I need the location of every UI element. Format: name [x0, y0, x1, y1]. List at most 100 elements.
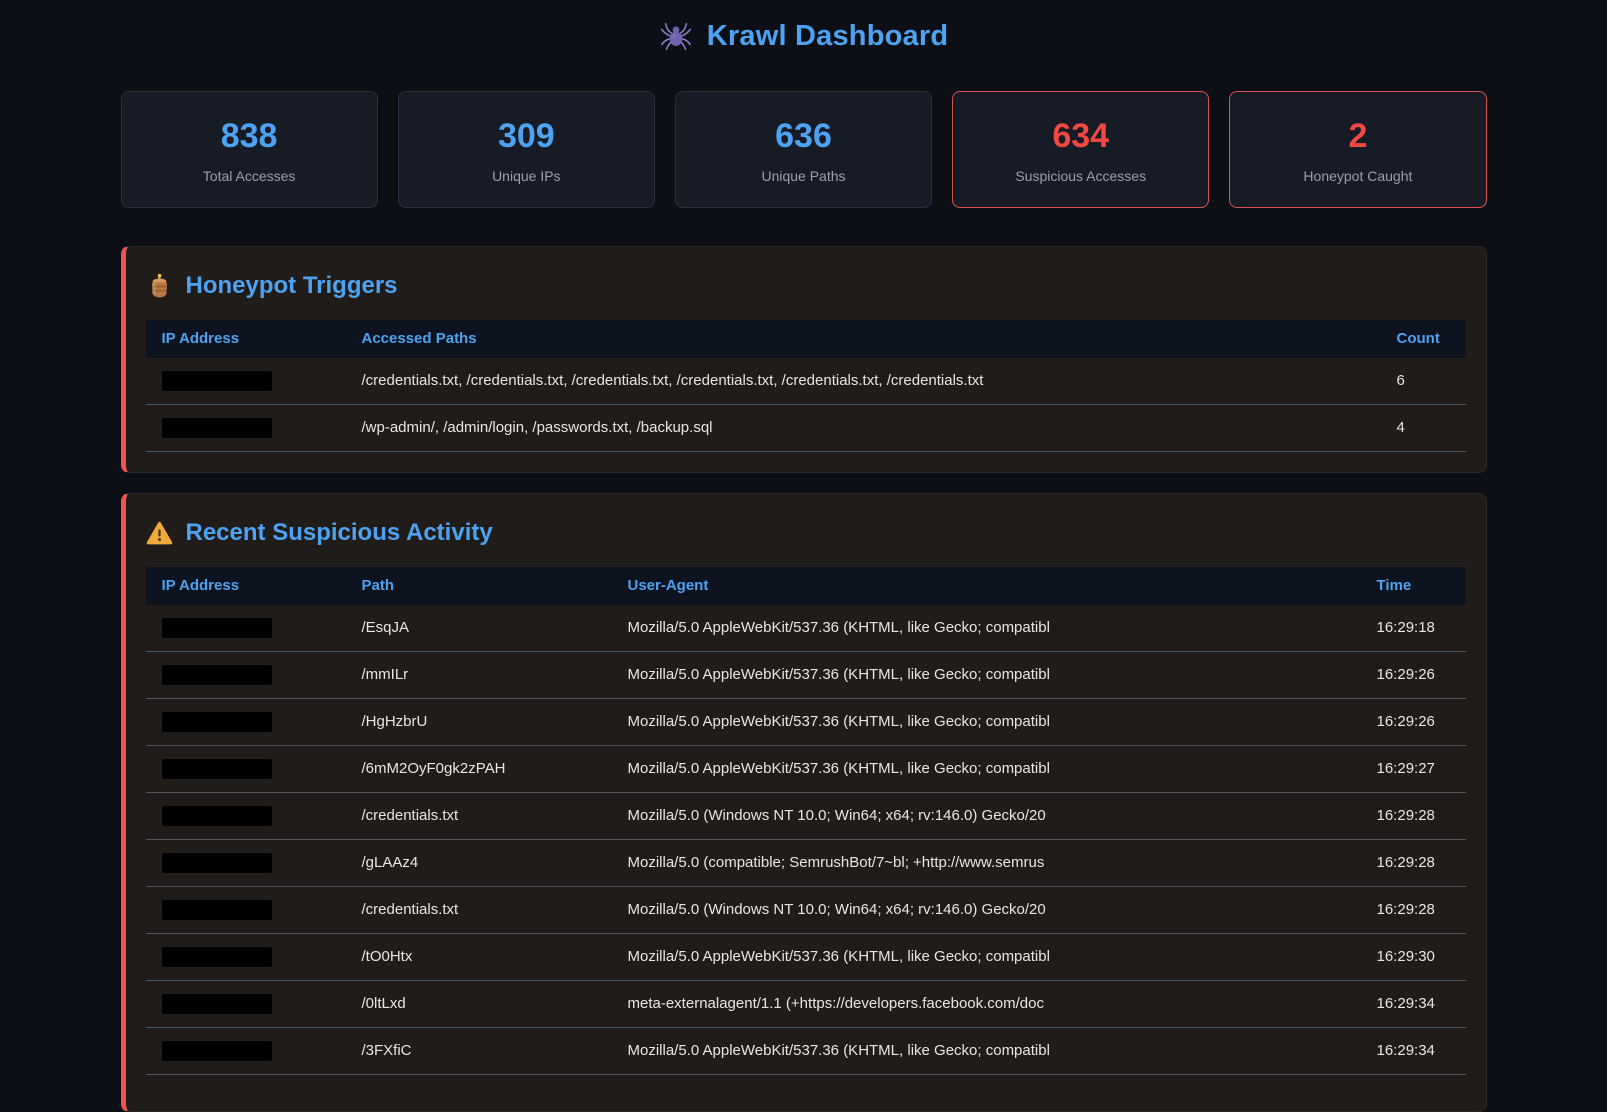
path-cell: /credentials.txt — [346, 887, 612, 934]
honeypot-table: IP Address Accessed Paths Count /credent… — [146, 320, 1466, 452]
honeypot-panel: Honeypot Triggers IP Address Accessed Pa… — [121, 246, 1487, 473]
suspicious-table-row: /HgHzbrU Mozilla/5.0 AppleWebKit/537.36 … — [146, 699, 1466, 746]
redacted-ip — [162, 665, 272, 685]
suspicious-table-row: /mmILr Mozilla/5.0 AppleWebKit/537.36 (K… — [146, 652, 1466, 699]
stats-row: 838 Total Accesses 309 Unique IPs 636 Un… — [121, 91, 1487, 208]
suspicious-title: Recent Suspicious Activity — [186, 519, 493, 547]
honeypot-table-header: IP Address Accessed Paths Count — [146, 320, 1466, 358]
time-cell: 16:29:30 — [1361, 934, 1466, 981]
path-cell: /gLAAz4 — [346, 840, 612, 887]
stat-label: Unique IPs — [409, 167, 644, 185]
ip-cell — [146, 1028, 346, 1075]
warning-icon — [146, 520, 173, 547]
user-agent-cell: Mozilla/5.0 AppleWebKit/537.36 (KHTML, l… — [612, 652, 1361, 699]
redacted-ip — [162, 371, 272, 391]
ip-cell — [146, 840, 346, 887]
stat-card: 2 Honeypot Caught — [1229, 91, 1486, 208]
honeypot-panel-title: Honeypot Triggers — [146, 272, 1466, 300]
redacted-ip — [162, 853, 272, 873]
suspicious-table-row: /6mM2OyF0gk2zPAH Mozilla/5.0 AppleWebKit… — [146, 746, 1466, 793]
ip-cell — [146, 652, 346, 699]
honeypot-icon — [146, 273, 173, 300]
path-cell: /credentials.txt — [346, 793, 612, 840]
stat-card: 838 Total Accesses — [121, 91, 378, 208]
stat-label: Honeypot Caught — [1240, 167, 1475, 185]
stat-value: 636 — [686, 113, 921, 159]
suspicious-table-row: /0ltLxd meta-externalagent/1.1 (+https:/… — [146, 981, 1466, 1028]
paths-cell: /credentials.txt, /credentials.txt, /cre… — [346, 358, 1381, 405]
count-cell: 6 — [1381, 358, 1466, 405]
suspicious-table: IP Address Path User-Agent Time /EsqJA M… — [146, 567, 1466, 1075]
redacted-ip — [162, 759, 272, 779]
stat-label: Suspicious Accesses — [963, 167, 1198, 185]
time-cell: 16:29:28 — [1361, 887, 1466, 934]
time-cell: 16:29:28 — [1361, 840, 1466, 887]
col-header-paths: Accessed Paths — [346, 320, 1381, 358]
redacted-ip — [162, 806, 272, 826]
time-cell: 16:29:34 — [1361, 1028, 1466, 1075]
redacted-ip — [162, 1041, 272, 1061]
paths-cell: /wp-admin/, /admin/login, /passwords.txt… — [346, 405, 1381, 452]
count-cell: 4 — [1381, 405, 1466, 452]
redacted-ip — [162, 947, 272, 967]
suspicious-table-row: /credentials.txt Mozilla/5.0 (Windows NT… — [146, 793, 1466, 840]
spider-icon — [659, 19, 693, 53]
suspicious-table-row: /gLAAz4 Mozilla/5.0 (compatible; Semrush… — [146, 840, 1466, 887]
path-cell: /6mM2OyF0gk2zPAH — [346, 746, 612, 793]
user-agent-cell: meta-externalagent/1.1 (+https://develop… — [612, 981, 1361, 1028]
suspicious-panel: Recent Suspicious Activity IP Address Pa… — [121, 493, 1487, 1112]
user-agent-cell: Mozilla/5.0 AppleWebKit/537.36 (KHTML, l… — [612, 746, 1361, 793]
redacted-ip — [162, 994, 272, 1014]
time-cell: 16:29:18 — [1361, 605, 1466, 652]
path-cell: /mmILr — [346, 652, 612, 699]
suspicious-panel-title: Recent Suspicious Activity — [146, 519, 1466, 547]
honeypot-table-row: /credentials.txt, /credentials.txt, /cre… — [146, 358, 1466, 405]
user-agent-cell: Mozilla/5.0 (Windows NT 10.0; Win64; x64… — [612, 793, 1361, 840]
col-header-time: Time — [1361, 567, 1466, 605]
path-cell: /3FXfiC — [346, 1028, 612, 1075]
time-cell: 16:29:27 — [1361, 746, 1466, 793]
redacted-ip — [162, 900, 272, 920]
ip-cell — [146, 605, 346, 652]
stat-card: 636 Unique Paths — [675, 91, 932, 208]
suspicious-table-row: /EsqJA Mozilla/5.0 AppleWebKit/537.36 (K… — [146, 605, 1466, 652]
ip-cell — [146, 981, 346, 1028]
ip-cell — [146, 405, 346, 452]
stat-value: 2 — [1240, 113, 1475, 159]
page-title: Krawl Dashboard — [121, 14, 1487, 58]
stat-value: 634 — [963, 113, 1198, 159]
ip-cell — [146, 793, 346, 840]
suspicious-table-header: IP Address Path User-Agent Time — [146, 567, 1466, 605]
user-agent-cell: Mozilla/5.0 (compatible; SemrushBot/7~bl… — [612, 840, 1361, 887]
ip-cell — [146, 746, 346, 793]
time-cell: 16:29:26 — [1361, 699, 1466, 746]
col-header-ip: IP Address — [146, 320, 346, 358]
stat-label: Unique Paths — [686, 167, 921, 185]
path-cell: /tO0Htx — [346, 934, 612, 981]
path-cell: /HgHzbrU — [346, 699, 612, 746]
honeypot-table-row: /wp-admin/, /admin/login, /passwords.txt… — [146, 405, 1466, 452]
stat-value: 309 — [409, 113, 644, 159]
stat-label: Total Accesses — [132, 167, 367, 185]
user-agent-cell: Mozilla/5.0 AppleWebKit/537.36 (KHTML, l… — [612, 1028, 1361, 1075]
user-agent-cell: Mozilla/5.0 AppleWebKit/537.36 (KHTML, l… — [612, 934, 1361, 981]
dashboard-container: Krawl Dashboard 838 Total Accesses 309 U… — [121, 14, 1487, 1112]
time-cell: 16:29:26 — [1361, 652, 1466, 699]
col-header-count: Count — [1381, 320, 1466, 358]
ip-cell — [146, 699, 346, 746]
user-agent-cell: Mozilla/5.0 AppleWebKit/537.36 (KHTML, l… — [612, 699, 1361, 746]
col-header-user-agent: User-Agent — [612, 567, 1361, 605]
user-agent-cell: Mozilla/5.0 (Windows NT 10.0; Win64; x64… — [612, 887, 1361, 934]
honeypot-title: Honeypot Triggers — [186, 272, 398, 300]
ip-cell — [146, 358, 346, 405]
stat-value: 838 — [132, 113, 367, 159]
path-cell: /EsqJA — [346, 605, 612, 652]
ip-cell — [146, 887, 346, 934]
app-title: Krawl Dashboard — [707, 20, 949, 53]
col-header-path: Path — [346, 567, 612, 605]
redacted-ip — [162, 618, 272, 638]
suspicious-table-row: /credentials.txt Mozilla/5.0 (Windows NT… — [146, 887, 1466, 934]
col-header-ip: IP Address — [146, 567, 346, 605]
redacted-ip — [162, 418, 272, 438]
stat-card: 634 Suspicious Accesses — [952, 91, 1209, 208]
